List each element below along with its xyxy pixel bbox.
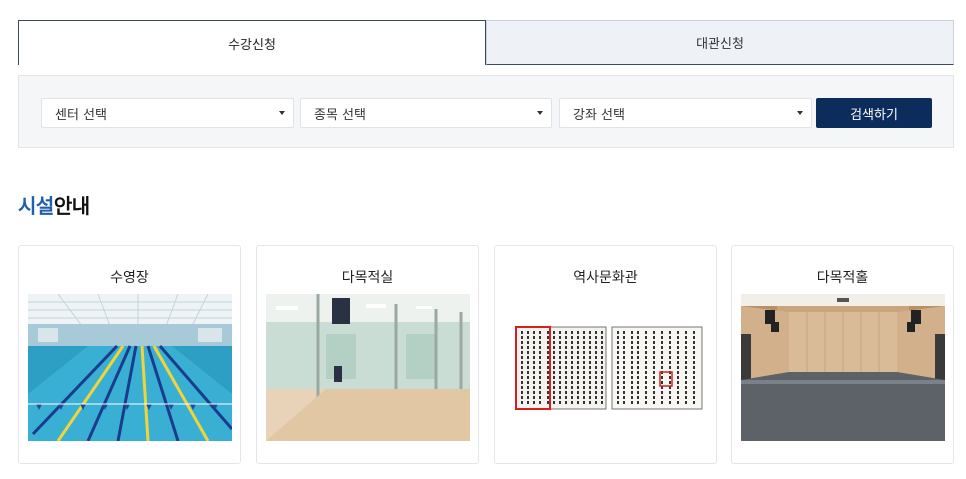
- facility-name: 수영장: [110, 270, 149, 286]
- caret-down-icon: [279, 111, 285, 115]
- sport-select[interactable]: 종목 선택: [300, 98, 552, 128]
- section-title-accent: 시설: [18, 194, 54, 218]
- facility-card-history-hall[interactable]: 역사문화관: [494, 245, 717, 464]
- facility-name: 다목적실: [341, 270, 394, 286]
- multipurpose-hall-photo: [741, 294, 945, 441]
- facility-name: 다목적홀: [816, 270, 869, 286]
- center-select[interactable]: 센터 선택: [41, 98, 294, 128]
- tab-label: 대관신청: [696, 37, 744, 52]
- select-value: 강좌 선택: [573, 107, 625, 123]
- facility-name: 역사문화관: [573, 270, 638, 286]
- search-panel: 센터 선택 종목 선택 강좌 선택 검색하기: [18, 75, 954, 148]
- swimming-pool-photo: [28, 294, 232, 441]
- caret-down-icon: [797, 111, 803, 115]
- course-select[interactable]: 강좌 선택: [559, 98, 812, 128]
- section-title-rest: 안내: [53, 194, 90, 218]
- search-button[interactable]: 검색하기: [816, 98, 932, 128]
- multipurpose-room-photo: [266, 294, 470, 441]
- select-value: 종목 선택: [314, 107, 366, 123]
- tab-rental-application[interactable]: 대관신청: [486, 20, 954, 65]
- facility-card-pool[interactable]: 수영장: [18, 245, 241, 464]
- caret-down-icon: [537, 111, 543, 115]
- historical-document-photo: [504, 294, 708, 441]
- select-value: 센터 선택: [55, 107, 107, 123]
- facility-card-multipurpose-room[interactable]: 다목적실: [256, 245, 479, 464]
- tab-label: 수강신청: [228, 37, 276, 53]
- tab-bar: 수강신청 대관신청: [18, 20, 954, 65]
- tab-course-registration[interactable]: 수강신청: [18, 20, 486, 65]
- section-title: 시설안내: [18, 190, 90, 219]
- facility-card-multipurpose-hall[interactable]: 다목적홀: [731, 245, 954, 464]
